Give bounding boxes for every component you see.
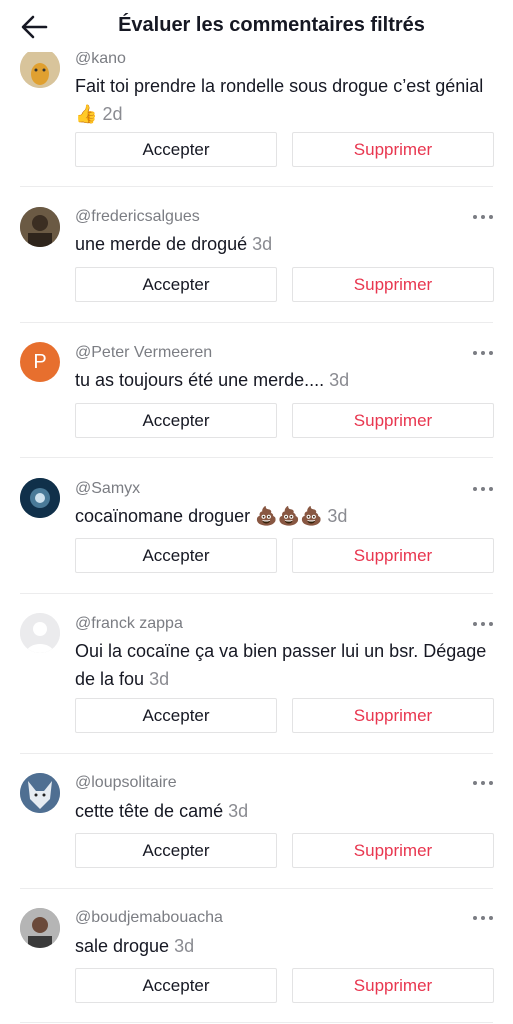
comment-username[interactable]: @boudjemabouacha [75,909,223,927]
divider [20,888,493,889]
header-bar: Évaluer les commentaires filtrés [0,0,513,52]
accept-button[interactable]: Accepter [75,538,277,573]
divider [20,457,493,458]
delete-button[interactable]: Supprimer [292,968,494,1003]
page-title: Évaluer les commentaires filtrés [118,14,425,36]
accept-button[interactable]: Accepter [75,968,277,1003]
comment-text: tu as toujours été une merde.... 3d [75,370,350,390]
accept-button[interactable]: Accepter [75,698,277,733]
accept-button[interactable]: Accepter [75,267,277,302]
comment-time: 3d [329,370,350,390]
delete-button[interactable]: Supprimer [292,698,494,733]
avatar[interactable] [20,207,60,247]
comment-username[interactable]: @fredericsalgues [75,208,200,226]
avatar-letter: P [33,350,47,373]
comment-text: Fait toi prendre la rondelle sous drogue… [75,76,484,124]
more-options-icon[interactable] [473,618,493,630]
divider [20,322,493,323]
delete-button[interactable]: Supprimer [292,833,494,868]
avatar[interactable] [20,613,60,653]
avatar[interactable] [20,478,60,518]
more-options-icon[interactable] [473,777,493,789]
delete-button[interactable]: Supprimer [292,267,494,302]
accept-button[interactable]: Accepter [75,132,277,167]
avatar[interactable] [20,908,60,948]
delete-button[interactable]: Supprimer [292,403,494,438]
more-options-icon[interactable] [473,347,493,359]
comment-time: 3d [327,506,348,526]
comment-username[interactable]: @kano [75,50,126,68]
divider [20,186,493,187]
divider [20,1022,493,1023]
comment-text: une merde de drogué 3d [75,234,273,254]
avatar[interactable]: P [20,342,60,382]
comment-text: cette tête de camé 3d [75,801,249,821]
comment-time: 3d [228,801,249,821]
comment-time: 2d [102,104,123,124]
comment-username[interactable]: @Peter Vermeeren [75,344,212,362]
divider [20,593,493,594]
comment-username[interactable]: @Samyx [75,480,140,498]
avatar[interactable] [20,48,60,88]
more-options-icon[interactable] [473,211,493,223]
comment-text: Oui la cocaïne ça va bien passer lui un … [75,641,487,689]
delete-button[interactable]: Supprimer [292,132,494,167]
divider [20,753,493,754]
comment-username[interactable]: @franck zappa [75,615,183,633]
avatar[interactable] [20,773,60,813]
accept-button[interactable]: Accepter [75,833,277,868]
accept-button[interactable]: Accepter [75,403,277,438]
comment-time: 3d [174,936,195,956]
comment-time: 3d [149,669,170,689]
more-options-icon[interactable] [473,483,493,495]
comment-text: cocaïnomane droguer 💩💩💩 3d [75,506,348,526]
comment-username[interactable]: @loupsolitaire [75,774,177,792]
comment-time: 3d [252,234,273,254]
comment-text: sale drogue 3d [75,936,195,956]
delete-button[interactable]: Supprimer [292,538,494,573]
more-options-icon[interactable] [473,912,493,924]
